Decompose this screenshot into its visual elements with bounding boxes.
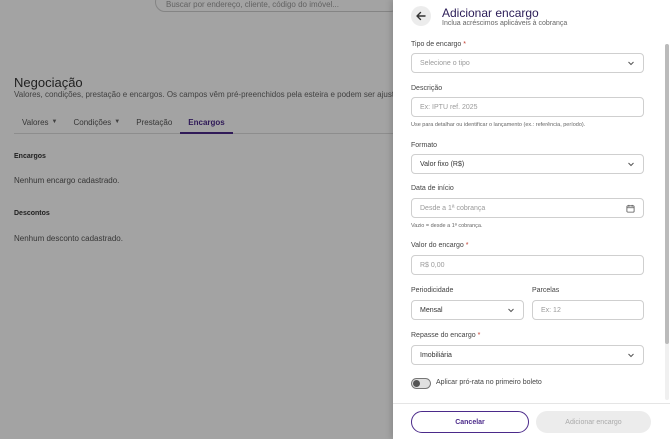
back-button[interactable]	[411, 6, 431, 26]
format-select[interactable]: Valor fixo (R$)	[411, 154, 644, 174]
scrollbar-thumb[interactable]	[665, 44, 669, 344]
charge-type-select[interactable]: Selecione o tipo	[411, 53, 644, 73]
chevron-down-icon	[628, 353, 634, 358]
pro-rata-toggle[interactable]	[411, 378, 431, 389]
description-help: Use para detalhar ou identificar o lança…	[411, 122, 586, 128]
cancel-button[interactable]: Cancelar	[411, 411, 529, 433]
periodicity-label: Periodicidade	[411, 287, 454, 294]
calendar-icon[interactable]	[626, 204, 635, 213]
pro-rata-label: Aplicar pró-rata no primeiro boleto	[436, 379, 542, 386]
add-charge-button[interactable]: Adicionar encargo	[536, 411, 651, 433]
chevron-down-icon	[628, 162, 634, 167]
installments-label: Parcelas	[532, 287, 560, 294]
description-input[interactable]: Ex: IPTU ref. 2025	[411, 97, 644, 117]
installments-input[interactable]: Ex: 12	[532, 300, 644, 320]
drawer-footer: Cancelar Adicionar encargo	[393, 403, 670, 439]
start-date-help: Vazio = desde a 1ª cobrança.	[411, 223, 483, 229]
drawer-header: Adicionar encargo Inclua acréscimos apli…	[393, 0, 670, 34]
add-charge-drawer: Adicionar encargo Inclua acréscimos apli…	[393, 0, 670, 439]
drawer-title: Adicionar encargo	[442, 6, 539, 20]
pass-through-select[interactable]: Imobiliária	[411, 345, 644, 365]
start-date-label: Data de início	[411, 185, 454, 192]
periodicity-select[interactable]: Mensal	[411, 300, 524, 320]
chevron-down-icon	[508, 308, 514, 313]
amount-input[interactable]: R$ 0,00	[411, 255, 644, 275]
charge-type-label: Tipo de encargo *	[411, 41, 467, 48]
pass-through-label: Repasse do encargo *	[411, 332, 481, 339]
description-label: Descrição	[411, 85, 443, 92]
format-label: Formato	[411, 142, 438, 149]
chevron-down-icon	[628, 61, 634, 66]
drawer-scrollbar[interactable]	[665, 44, 669, 400]
toggle-knob	[413, 380, 420, 387]
arrow-left-icon	[416, 11, 426, 21]
drawer-subtitle: Inclua acréscimos aplicáveis à cobrança	[442, 20, 568, 27]
amount-label: Valor do encargo *	[411, 242, 469, 249]
start-date-input[interactable]: Desde a 1ª cobrança	[411, 198, 644, 218]
